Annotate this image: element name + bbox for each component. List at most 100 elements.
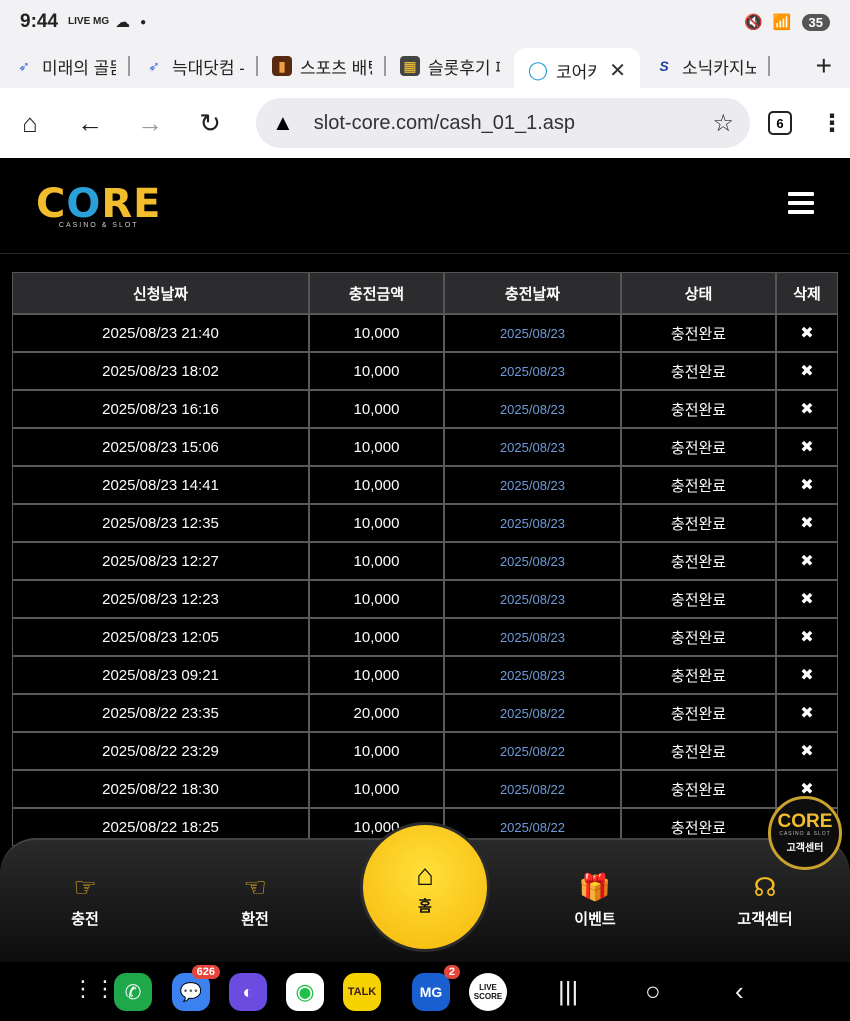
warning-icon[interactable]: ▲ (272, 110, 294, 136)
cell-amount: 10,000 (309, 580, 444, 618)
delete-row-icon[interactable]: ✖ (776, 542, 838, 580)
url-omnibox[interactable]: ▲ slot-core.com/cash_01_1.asp ☆ (256, 98, 750, 148)
table-row: 2025/08/22 23:35 20,000 2025/08/22 충전완료 ✖ (12, 694, 838, 732)
notification-dot-icon: ● (140, 16, 147, 28)
cloud-icon: ☁ (115, 14, 131, 31)
browser-menu-icon[interactable]: ⋮ (820, 109, 844, 138)
table-header-row: 신청날짜 충전금액 충전날짜 상태 삭제 (12, 272, 838, 314)
delete-row-icon[interactable]: ✖ (776, 656, 838, 694)
cell-amount: 10,000 (309, 352, 444, 390)
delete-row-icon[interactable]: ✖ (776, 428, 838, 466)
android-taskbar: ⋮⋮⋮ ✆ 💬 626 ◐ ◉ TALK MG 2 LIVE SCORE |||… (0, 962, 850, 1021)
delete-row-icon[interactable]: ✖ (776, 466, 838, 504)
back-chevron-icon[interactable]: ‹ (735, 976, 744, 1007)
delete-row-icon[interactable]: ✖ (776, 580, 838, 618)
status-icons: 🔇 📶 35 (744, 13, 830, 31)
cell-status: 충전완료 (621, 390, 776, 428)
delete-row-icon[interactable]: ✖ (776, 390, 838, 428)
cell-status: 충전완료 (621, 618, 776, 656)
cell-amount: 20,000 (309, 694, 444, 732)
home-circle-icon[interactable]: ○ (645, 976, 661, 1007)
cell-status: 충전완료 (621, 694, 776, 732)
cell-charge-date: 2025/08/23 (444, 580, 621, 618)
cell-charge-date: 2025/08/23 (444, 314, 621, 352)
cell-request-date: 2025/08/22 18:30 (12, 770, 309, 808)
header-status: 상태 (621, 272, 776, 314)
table-row: 2025/08/23 16:16 10,000 2025/08/23 충전완료 ✖ (12, 390, 838, 428)
cell-status: 충전완료 (621, 580, 776, 618)
messages-app-icon[interactable]: 💬 626 (172, 965, 220, 1011)
naver-app-icon[interactable]: ◉ (286, 973, 324, 1011)
floating-support-button[interactable]: CORE CASINO & SLOT 고객센터 (768, 796, 842, 870)
url-text[interactable]: slot-core.com/cash_01_1.asp (314, 112, 713, 135)
forward-icon[interactable]: → (120, 108, 180, 139)
delete-row-icon[interactable]: ✖ (776, 618, 838, 656)
battery-indicator: 35 (801, 13, 830, 31)
cell-amount: 10,000 (309, 542, 444, 580)
cell-charge-date: 2025/08/23 (444, 428, 621, 466)
nav-event[interactable]: 🎁 이벤트 (545, 872, 645, 929)
cell-charge-date: 2025/08/23 (444, 390, 621, 428)
blue-bird-icon: ➶ (148, 57, 160, 74)
delete-row-icon[interactable]: ✖ (776, 732, 838, 770)
cell-charge-date: 2025/08/22 (444, 694, 621, 732)
tab-switcher-button[interactable]: 6 (768, 111, 792, 135)
cell-charge-date: 2025/08/23 (444, 466, 621, 504)
delete-row-icon[interactable]: ✖ (776, 694, 838, 732)
kakaotalk-icon[interactable]: TALK (343, 973, 381, 1011)
tab-2[interactable]: ➶ 늑대닷컴 - (130, 48, 258, 84)
cell-amount: 10,000 (309, 770, 444, 808)
table-row: 2025/08/23 21:40 10,000 2025/08/23 충전완료 ✖ (12, 314, 838, 352)
internet-browser-icon[interactable]: ◐ (229, 973, 267, 1011)
blue-bird-icon: ➶ (18, 57, 30, 74)
mg-app-icon[interactable]: MG 2 (412, 965, 460, 1011)
browser-tab-strip: ➶ 미래의 골뜸 ➶ 늑대닷컴 - ▮ 스포츠 배팅 ▦ 슬롯후기 페 ◯ 코어… (0, 44, 850, 92)
nav-exchange[interactable]: ☜ 환전 (205, 872, 305, 929)
core-logo[interactable]: CORE CASINO & SLOT (36, 184, 162, 229)
slot-icon: ▦ (400, 56, 420, 76)
cell-amount: 10,000 (309, 428, 444, 466)
livescore-app-icon[interactable]: LIVE SCORE (469, 973, 507, 1011)
table-row: 2025/08/23 15:06 10,000 2025/08/23 충전완료 ✖ (12, 428, 838, 466)
cell-amount: 10,000 (309, 466, 444, 504)
address-bar: ⌂ ← → ↻ ▲ slot-core.com/cash_01_1.asp ☆ … (0, 88, 850, 158)
delete-row-icon[interactable]: ✖ (776, 352, 838, 390)
charge-history-table: 신청날짜 충전금액 충전날짜 상태 삭제 2025/08/23 21:40 10,… (12, 272, 838, 846)
tab-4[interactable]: ▦ 슬롯후기 페 (386, 48, 514, 84)
cell-charge-date: 2025/08/23 (444, 542, 621, 580)
delete-row-icon[interactable]: ✖ (776, 504, 838, 542)
delete-row-icon[interactable]: ✖ (776, 314, 838, 352)
cell-request-date: 2025/08/22 23:29 (12, 732, 309, 770)
nav-support[interactable]: ☊ 고객센터 (715, 872, 815, 929)
header-amount: 충전금액 (309, 272, 444, 314)
new-tab-button[interactable]: + (816, 50, 832, 82)
cell-request-date: 2025/08/23 15:06 (12, 428, 309, 466)
phone-app-icon[interactable]: ✆ (114, 973, 152, 1011)
gift-icon: 🎁 (578, 872, 612, 902)
support-logo-word: CORE (777, 810, 833, 832)
nav-charge[interactable]: ☞ 충전 (35, 872, 135, 929)
cell-status: 충전완료 (621, 656, 776, 694)
reload-icon[interactable]: ↻ (180, 108, 240, 139)
tab-1[interactable]: ➶ 미래의 골뜸 (0, 48, 130, 84)
cell-request-date: 2025/08/23 09:21 (12, 656, 309, 694)
nav-home-button[interactable]: ⌂ 홈 (360, 822, 490, 952)
cell-request-date: 2025/08/23 14:41 (12, 466, 309, 504)
cell-amount: 10,000 (309, 390, 444, 428)
cell-request-date: 2025/08/23 21:40 (12, 314, 309, 352)
tab-3[interactable]: ▮ 스포츠 배팅 (258, 48, 386, 84)
header-request-date: 신청날짜 (12, 272, 309, 314)
table-row: 2025/08/23 09:21 10,000 2025/08/23 충전완료 ✖ (12, 656, 838, 694)
home-icon[interactable]: ⌂ (0, 108, 60, 139)
back-icon[interactable]: ← (60, 108, 120, 139)
support-logo-sub: CASINO & SLOT (779, 830, 831, 837)
tab-6[interactable]: S 소닉카지노 (640, 48, 770, 84)
hamburger-menu-icon[interactable] (788, 192, 814, 214)
bookmark-star-icon[interactable]: ☆ (712, 109, 734, 138)
recents-icon[interactable]: ||| (558, 976, 578, 1007)
table-row: 2025/08/23 18:02 10,000 2025/08/23 충전완료 ✖ (12, 352, 838, 390)
header-charge-date: 충전날짜 (444, 272, 621, 314)
tab-5-active[interactable]: ◯ 코어카지 ✕ (514, 48, 640, 92)
close-tab-icon[interactable]: ✕ (609, 58, 626, 83)
home-heart-icon: ⌂ (415, 858, 435, 892)
